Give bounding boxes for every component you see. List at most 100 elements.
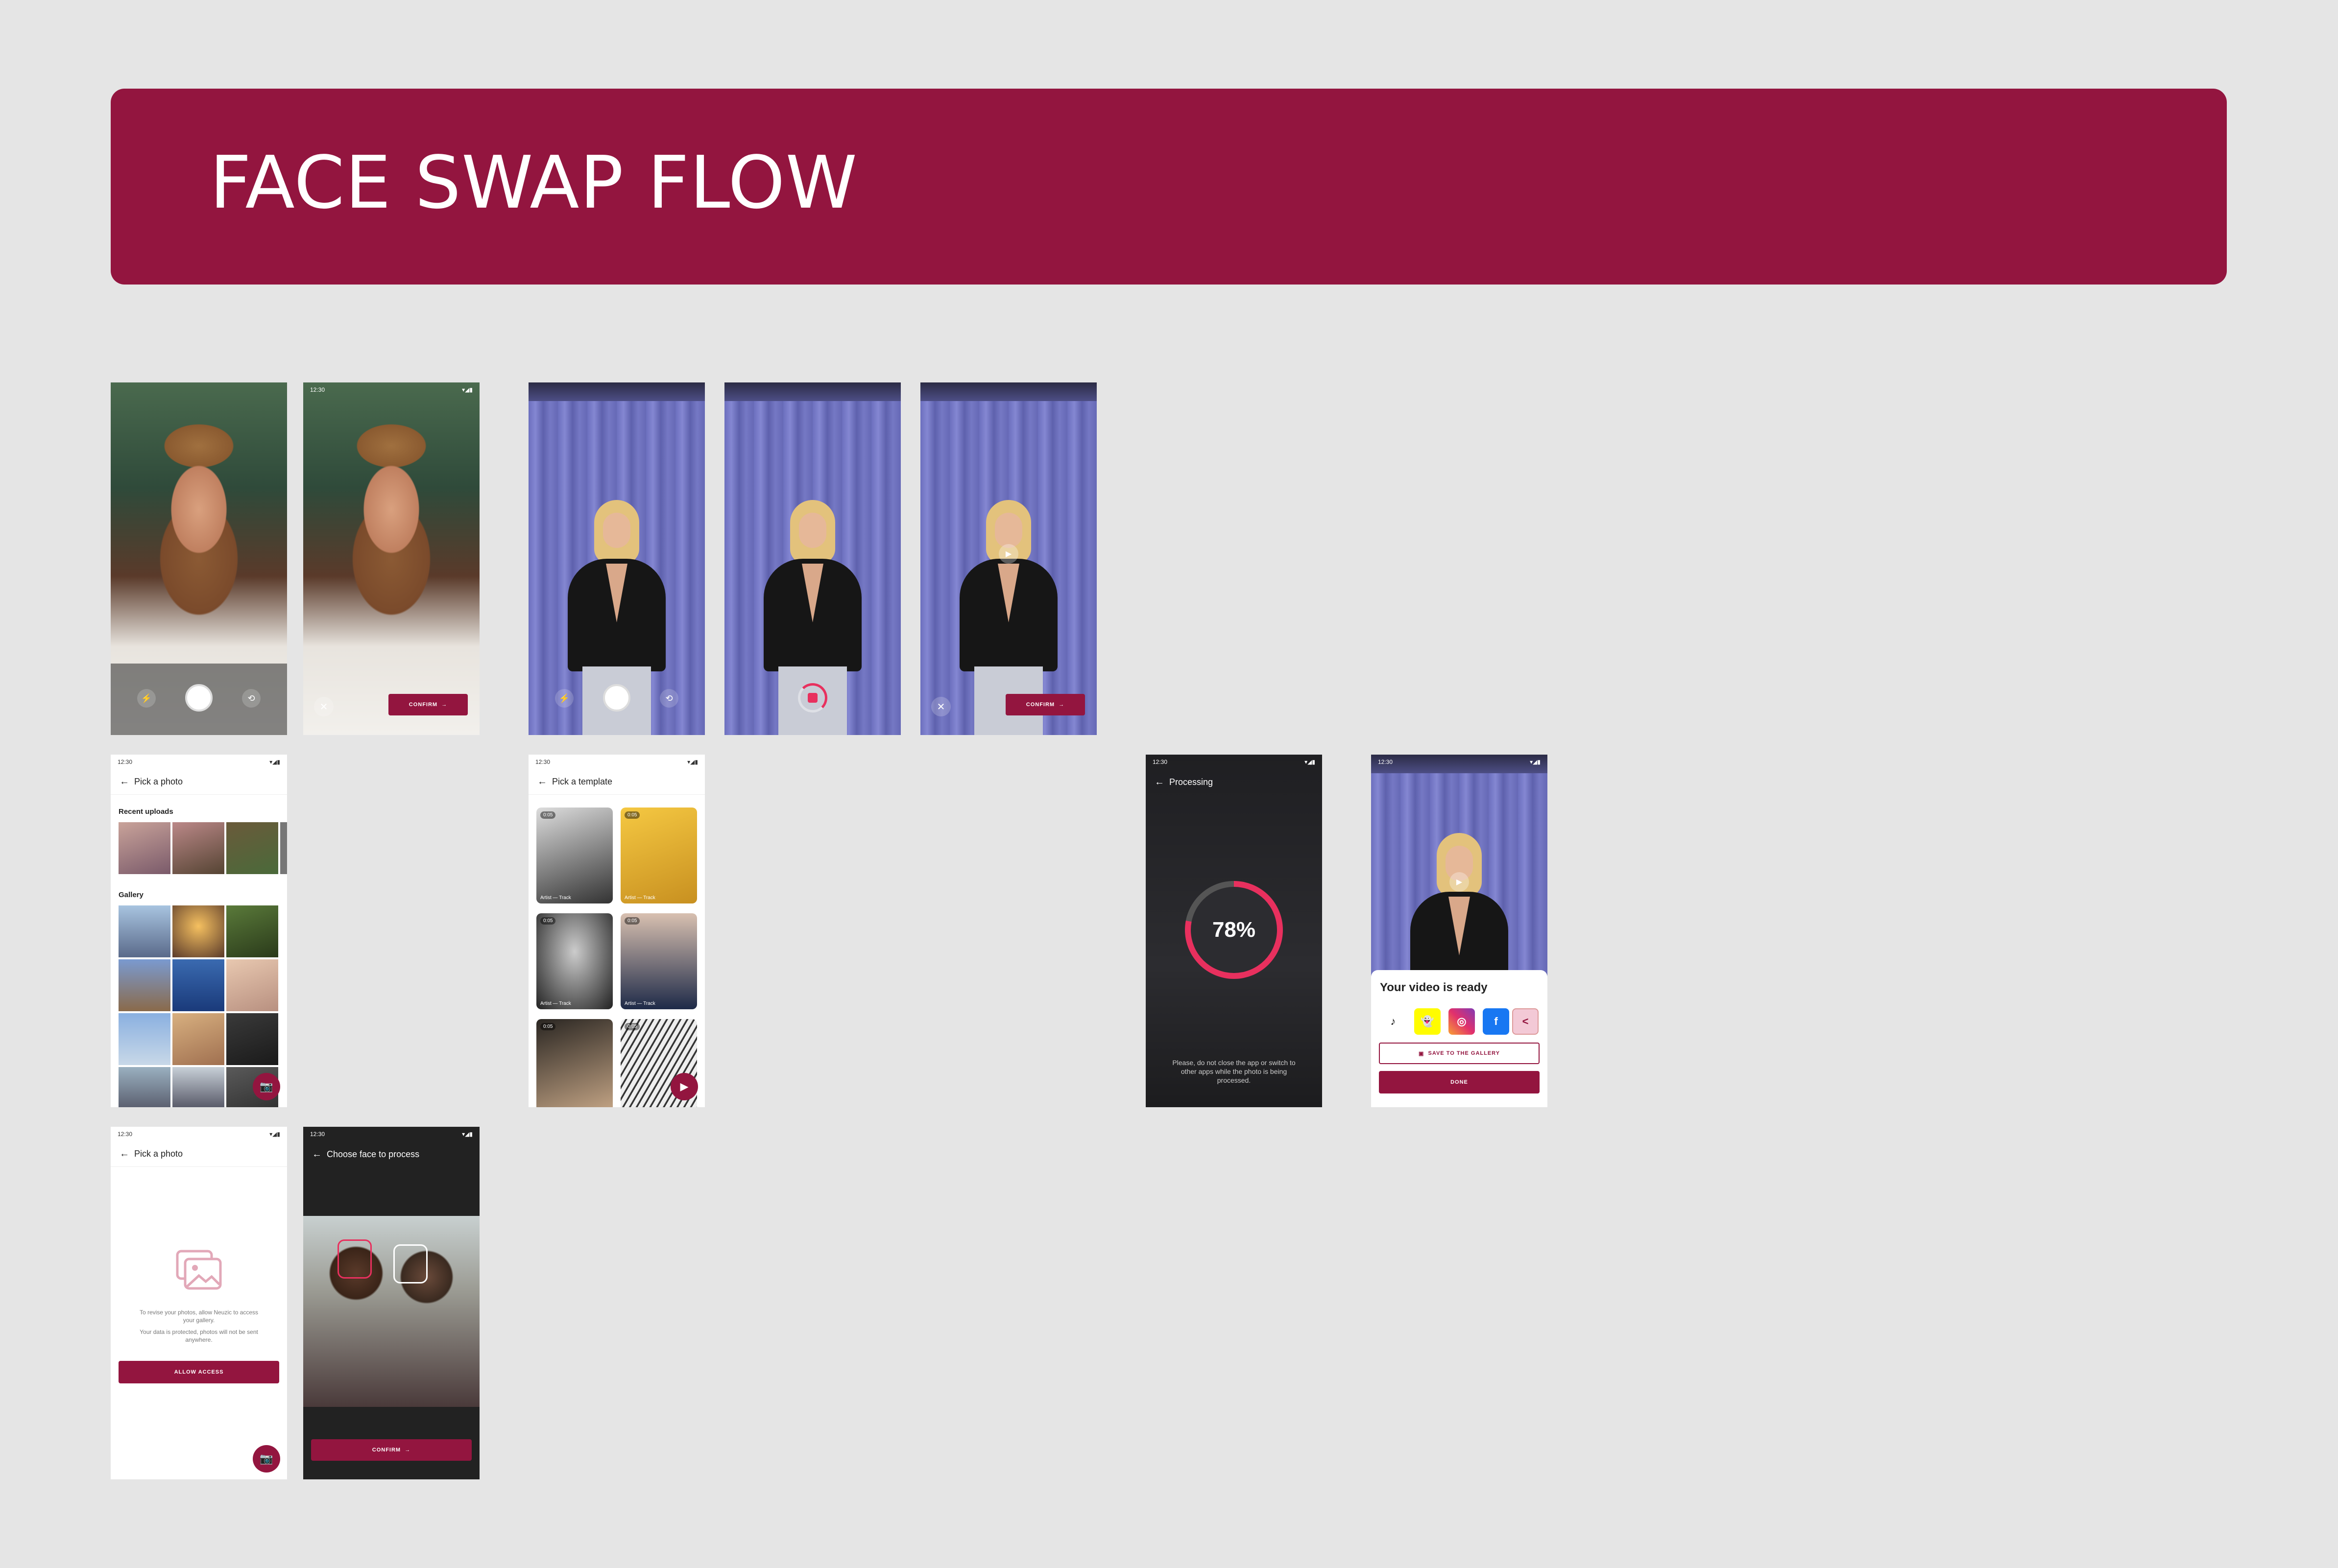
- screen-video-ready: 12:30 ▾◢▮ ▶ Your video is ready ♪ 👻 ◎ f <…: [1371, 755, 1547, 1107]
- snapchat-icon[interactable]: 👻: [1414, 1008, 1441, 1035]
- gallery-photo[interactable]: [226, 905, 278, 957]
- recent-photo[interactable]: [119, 822, 170, 874]
- shutter-button[interactable]: [185, 684, 213, 712]
- close-icon[interactable]: ✕: [314, 697, 334, 716]
- back-arrow-icon[interactable]: ←: [312, 1149, 327, 1160]
- flow-title: FACE SWAP FLOW: [210, 141, 858, 225]
- save-to-gallery-button[interactable]: ▣ SAVE TO THE GALLERY: [1379, 1043, 1540, 1064]
- allow-access-button[interactable]: ALLOW ACCESS: [119, 1361, 279, 1383]
- template-meta: Artist — Track: [625, 895, 655, 901]
- processing-note: Please, do not close the app or switch t…: [1172, 1059, 1296, 1085]
- gallery-photo[interactable]: [172, 959, 224, 1011]
- gallery-photo[interactable]: [226, 1013, 278, 1065]
- template-meta: Artist — Track: [540, 895, 571, 901]
- face-selector[interactable]: [393, 1244, 428, 1283]
- play-icon[interactable]: ▶: [1449, 872, 1469, 892]
- app-bar: ← Pick a photo: [111, 1141, 287, 1167]
- confirm-button[interactable]: CONFIRM →: [388, 694, 468, 715]
- camera-fab[interactable]: 📷: [253, 1445, 280, 1473]
- confirm-button[interactable]: CONFIRM →: [311, 1439, 472, 1461]
- page-title: Pick a template: [552, 777, 613, 786]
- status-time: 12:30: [310, 1131, 325, 1138]
- gallery-photo[interactable]: [172, 1013, 224, 1065]
- page-title: Pick a photo: [134, 1149, 183, 1159]
- progress-percent: 78%: [1191, 887, 1277, 973]
- status-time: 12:30: [1153, 759, 1168, 765]
- template-duration: 0:05: [625, 1023, 640, 1030]
- back-arrow-icon[interactable]: ←: [1155, 777, 1169, 788]
- status-bar: 12:30 ▾◢▮: [303, 382, 480, 397]
- status-bar: 12:30 ▾◢▮: [529, 755, 705, 769]
- facebook-icon[interactable]: f: [1483, 1008, 1509, 1035]
- camera-controls: [724, 664, 901, 735]
- close-icon[interactable]: ✕: [931, 697, 951, 716]
- template-card[interactable]: 0:05 Artist — Track: [621, 808, 697, 903]
- template-card[interactable]: 0:05 Artist — Track: [621, 913, 697, 1009]
- app-bar: ← Choose face to process: [303, 1141, 480, 1167]
- status-bar: 12:30 ▾◢▮: [303, 1127, 480, 1141]
- status-bar: 12:30 ▾◢▮: [1146, 755, 1322, 769]
- done-button[interactable]: DONE: [1379, 1071, 1540, 1093]
- gallery-photo[interactable]: [119, 1067, 170, 1107]
- gallery-photo[interactable]: [172, 1067, 224, 1107]
- camera-icon: 📷: [260, 1080, 273, 1093]
- gallery-photo[interactable]: [226, 959, 278, 1011]
- template-card[interactable]: 0:05 Artist — Track: [536, 808, 613, 903]
- template-card[interactable]: 0:05: [536, 1019, 613, 1107]
- tiktok-icon[interactable]: ♪: [1380, 1008, 1406, 1035]
- back-arrow-icon[interactable]: ←: [120, 1148, 134, 1160]
- template-card[interactable]: 0:05 Artist — Track: [536, 913, 613, 1009]
- captured-photo: [303, 382, 480, 735]
- recent-photo[interactable]: [172, 822, 224, 874]
- status-bar: 12:30 ▾◢▮: [111, 1127, 287, 1141]
- template-duration: 0:05: [540, 811, 556, 819]
- status-icons: ▾◢▮: [462, 386, 473, 393]
- template-duration: 0:05: [540, 1023, 556, 1030]
- gallery-photo[interactable]: [119, 1013, 170, 1065]
- recent-photo[interactable]: [280, 822, 287, 874]
- status-time: 12:30: [1378, 759, 1393, 765]
- status-bar: 12:30 ▾◢▮: [111, 755, 287, 769]
- flash-icon[interactable]: ⚡: [555, 689, 574, 708]
- recent-uploads-label: Recent uploads: [119, 808, 173, 816]
- status-icons: ▾◢▮: [1304, 759, 1315, 765]
- privacy-text: Your data is protected, photos will not …: [140, 1329, 258, 1343]
- camera-fab[interactable]: 📷: [253, 1073, 280, 1100]
- template-duration: 0:05: [540, 917, 556, 925]
- flow-title-banner: FACE SWAP FLOW: [111, 89, 2227, 285]
- arrow-right-icon: →: [1059, 702, 1065, 708]
- flip-camera-icon[interactable]: ⟲: [660, 689, 678, 708]
- gallery-label: Gallery: [119, 891, 144, 899]
- video-fab[interactable]: ▶: [671, 1073, 698, 1100]
- share-sheet: Your video is ready ♪ 👻 ◎ f < ▣ SAVE TO …: [1371, 970, 1547, 1107]
- gallery-photo[interactable]: [172, 905, 224, 957]
- app-bar: ← Pick a template: [529, 769, 705, 795]
- record-button[interactable]: [603, 684, 630, 712]
- group-photo: [303, 1216, 480, 1407]
- play-icon[interactable]: ▶: [999, 544, 1018, 564]
- screen-video-recording: [724, 382, 901, 735]
- confirm-button[interactable]: CONFIRM →: [1006, 694, 1085, 715]
- screen-processing: 12:30 ▾◢▮ ← Processing 78% Please, do not …: [1146, 755, 1322, 1107]
- status-icons: ▾◢▮: [269, 759, 280, 765]
- flash-icon[interactable]: ⚡: [137, 689, 156, 708]
- sheet-title: Your video is ready: [1380, 981, 1488, 994]
- share-icon[interactable]: <: [1512, 1008, 1539, 1035]
- back-arrow-icon[interactable]: ←: [537, 776, 552, 787]
- video-icon: ▶: [680, 1080, 689, 1093]
- arrow-right-icon: →: [441, 702, 448, 708]
- recent-photo[interactable]: [226, 822, 278, 874]
- face-selector[interactable]: [337, 1239, 372, 1279]
- permission-text: To revise your photos, allow Neuzic to a…: [139, 1309, 259, 1324]
- gallery-photo[interactable]: [119, 905, 170, 957]
- screen-choose-face: 12:30 ▾◢▮ ← Choose face to process CONFIRM…: [303, 1127, 480, 1479]
- status-icons: ▾◢▮: [462, 1131, 473, 1138]
- flip-camera-icon[interactable]: ⟲: [242, 689, 261, 708]
- instagram-icon[interactable]: ◎: [1448, 1008, 1475, 1035]
- stop-record-button[interactable]: [798, 683, 827, 713]
- template-meta: Artist — Track: [540, 1001, 571, 1006]
- back-arrow-icon[interactable]: ←: [120, 776, 134, 787]
- gallery-photo[interactable]: [119, 959, 170, 1011]
- status-icons: ▾◢▮: [269, 1131, 280, 1138]
- template-duration: 0:05: [625, 811, 640, 819]
